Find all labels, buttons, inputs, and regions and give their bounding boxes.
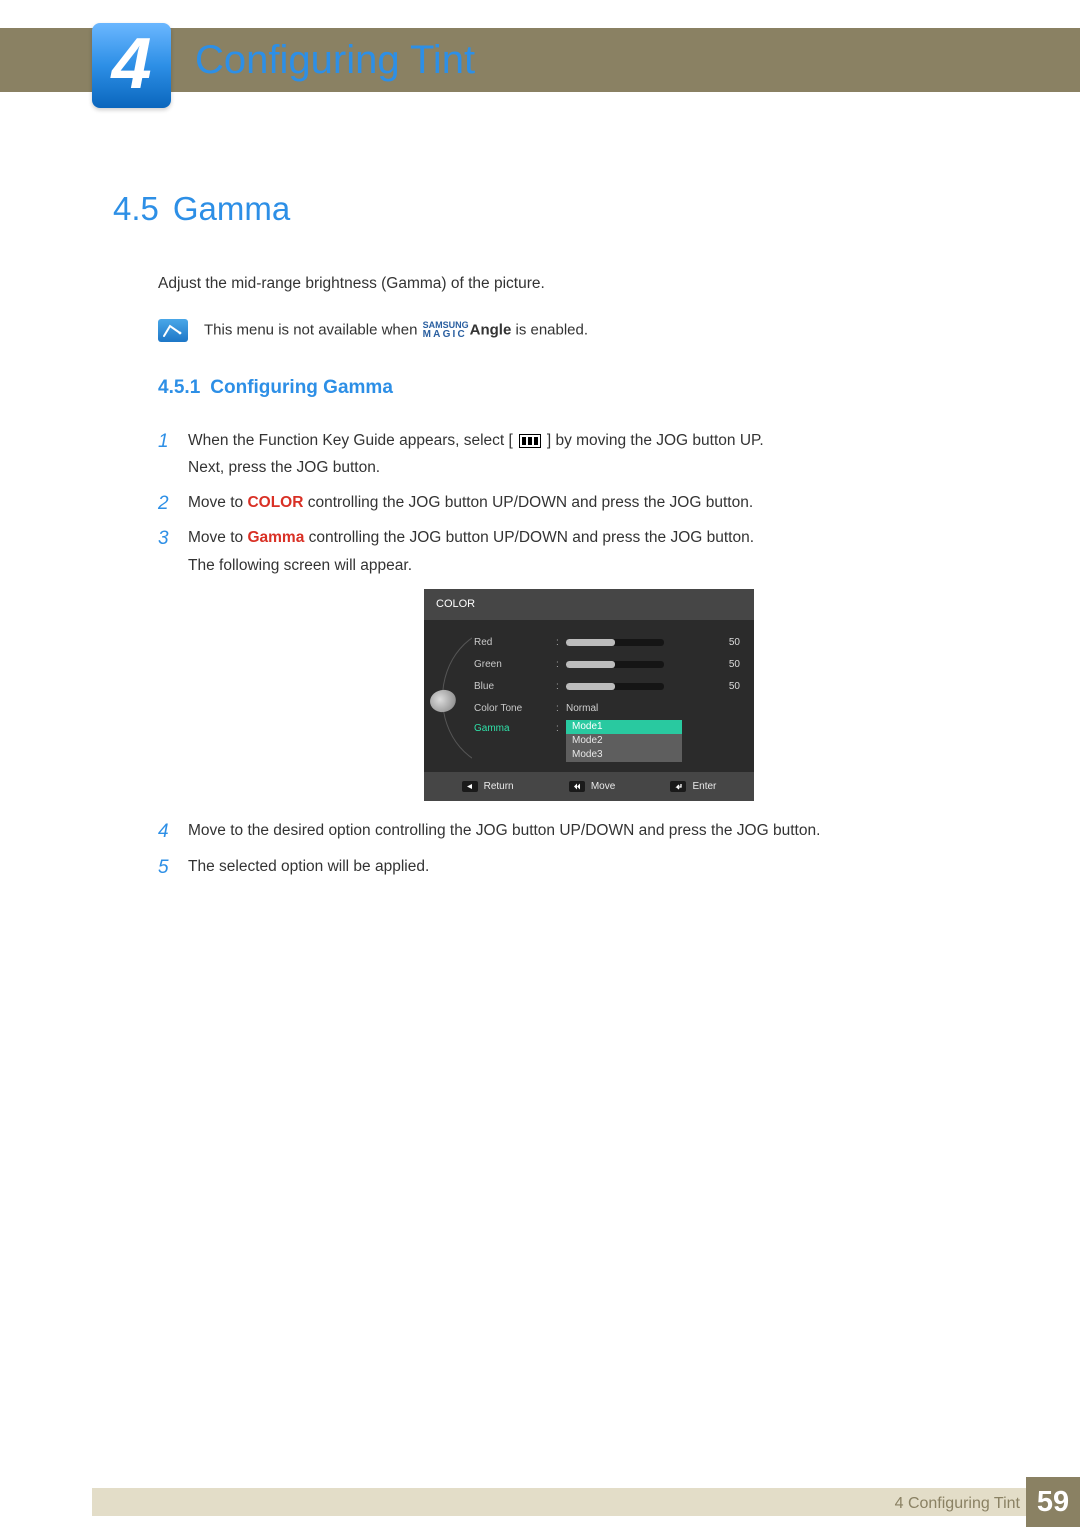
- slider-red: [566, 639, 664, 646]
- step-number: 4: [158, 815, 169, 848]
- keyword-gamma: Gamma: [247, 529, 304, 546]
- step-5: 5 The selected option will be applied.: [158, 853, 990, 880]
- section-number: 4.5: [113, 190, 159, 227]
- gamma-option: Mode3: [566, 748, 682, 762]
- subsection-number: 4.5.1: [158, 377, 200, 398]
- osd-move: Move: [569, 778, 615, 796]
- step-1: 1 When the Function Key Guide appears, s…: [158, 427, 990, 482]
- osd-return: Return: [462, 778, 514, 796]
- return-key-icon: [462, 781, 478, 792]
- gamma-dropdown: Mode1 Mode2 Mode3: [566, 720, 682, 762]
- section-title: Gamma: [173, 190, 290, 227]
- gamma-option: Mode2: [566, 734, 682, 748]
- note: This menu is not available when SAMSUNGM…: [158, 319, 990, 342]
- enter-key-icon: [670, 781, 686, 792]
- step-2: 2 Move to COLOR controlling the JOG butt…: [158, 489, 990, 516]
- osd-enter: Enter: [670, 778, 716, 796]
- section-intro: Adjust the mid-range brightness (Gamma) …: [158, 273, 990, 295]
- osd-screenshot: COLOR Red: 50: [424, 589, 754, 802]
- keyword-color: COLOR: [247, 494, 303, 511]
- osd-row-gamma: Gamma: Mode1 Mode2 Mode3: [474, 720, 740, 762]
- chapter-title: Configuring Tint: [195, 38, 475, 83]
- subsection-title: Configuring Gamma: [210, 377, 393, 398]
- step-3: 3 Move to Gamma controlling the JOG butt…: [158, 524, 990, 801]
- osd-row-red: Red: 50: [474, 632, 740, 654]
- note-feature: Angle: [470, 321, 512, 338]
- note-icon: [158, 319, 188, 342]
- step-number: 5: [158, 851, 169, 884]
- page-footer: 4 Configuring Tint 59: [0, 1477, 1080, 1527]
- samsung-magic-logo: SAMSUNGMAGIC: [423, 321, 469, 340]
- footer-chapter-label: 4 Configuring Tint: [895, 1495, 1020, 1513]
- step-number: 2: [158, 487, 169, 520]
- slider-green: [566, 661, 664, 668]
- page-content: 4.5 Gamma Adjust the mid-range brightness…: [113, 190, 990, 888]
- osd-title: COLOR: [424, 589, 754, 620]
- subsection-heading: 4.5.1 Configuring Gamma: [158, 377, 990, 399]
- step-number: 1: [158, 425, 169, 458]
- step-number: 3: [158, 522, 169, 555]
- page-number: 59: [1026, 1477, 1080, 1527]
- move-key-icon: [569, 781, 585, 792]
- osd-row-blue: Blue: 50: [474, 676, 740, 698]
- footer-bar: [92, 1488, 1026, 1516]
- step-4: 4 Move to the desired option controlling…: [158, 817, 990, 844]
- section-heading: 4.5 Gamma: [113, 190, 990, 228]
- gamma-option: Mode1: [566, 720, 682, 734]
- step-list: 1 When the Function Key Guide appears, s…: [158, 427, 990, 880]
- osd-row-green: Green: 50: [474, 654, 740, 676]
- osd-footer: Return Move Enter: [424, 772, 754, 802]
- note-text: This menu is not available when SAMSUNGM…: [204, 321, 588, 340]
- slider-blue: [566, 683, 664, 690]
- osd-row-colortone: Color Tone: Normal: [474, 698, 740, 720]
- chapter-number-badge: 4: [92, 23, 171, 108]
- menu-icon: [517, 427, 543, 454]
